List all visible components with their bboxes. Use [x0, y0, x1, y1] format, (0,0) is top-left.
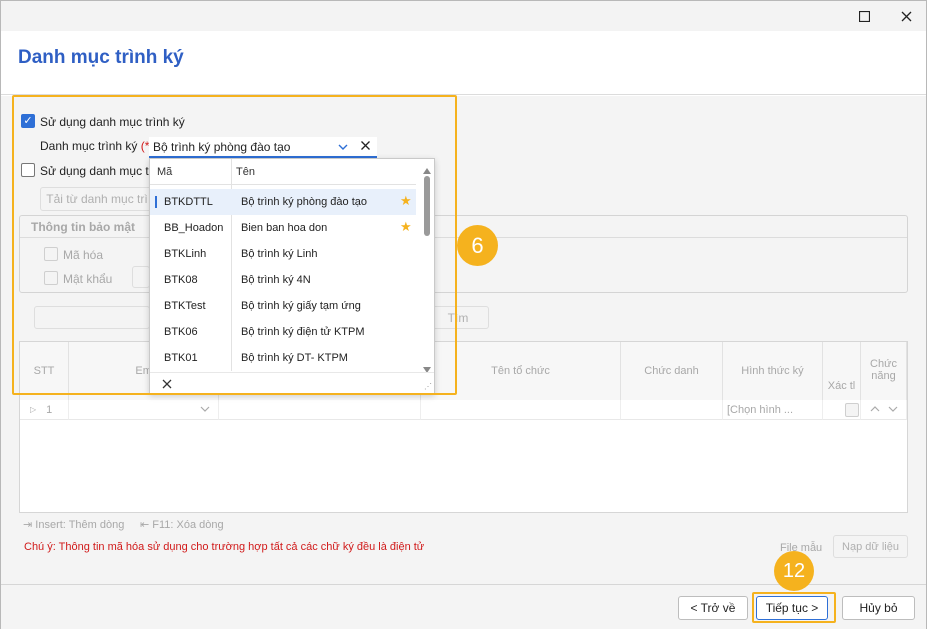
import-data-button[interactable]: Nạp dữ liệu [833, 535, 908, 558]
page-title: Danh mục trình ký [18, 47, 184, 68]
dialog-header: Danh mục trình ký [1, 31, 926, 95]
highlight-box-12 [752, 592, 836, 623]
back-button[interactable]: < Trở về [678, 596, 748, 620]
table-row[interactable]: ▷ 1 [20, 400, 69, 420]
row-blank-cell [219, 400, 421, 420]
row-org-cell[interactable] [421, 400, 621, 420]
row-pointer-icon: ▷ [30, 405, 37, 414]
delete-hint: ⇤ F11: Xóa dòng [140, 519, 224, 531]
cancel-button[interactable]: Hủy bỏ [842, 596, 915, 620]
close-icon[interactable] [886, 1, 926, 31]
chevron-down-icon[interactable] [200, 404, 210, 416]
warning-note: Chú ý: Thông tin mã hóa sử dụng cho trườ… [24, 541, 425, 553]
row-title-cell[interactable] [621, 400, 723, 420]
highlight-box-6 [12, 95, 457, 395]
delete-row-icon: ⇤ [140, 519, 150, 531]
col-function: Chức năng [861, 342, 907, 400]
row-confirm-cell[interactable] [823, 400, 861, 420]
title-bar [1, 1, 926, 31]
maximize-icon[interactable] [844, 1, 884, 31]
dialog-window: Danh mục trình ký ✓ Sử dụng danh mục trì… [0, 0, 927, 629]
col-title: Chức danh [621, 342, 723, 400]
row-index: 1 [46, 403, 53, 416]
col-method: Hình thức ký [723, 342, 823, 400]
move-up-icon[interactable] [870, 404, 880, 416]
annotation-badge-6: 6 [457, 225, 498, 266]
insert-hint: ⇥ Insert: Thêm dòng [23, 519, 125, 531]
col-confirm: Xác tl [823, 342, 861, 400]
annotation-badge-12: 12 [774, 551, 814, 591]
move-down-icon[interactable] [888, 404, 898, 416]
insert-row-icon: ⇥ [23, 519, 33, 531]
row-method-cell[interactable]: [Chọn hình ... [723, 400, 823, 420]
row-confirm-checkbox[interactable] [844, 402, 859, 417]
row-email-cell[interactable] [69, 400, 219, 420]
row-function-cell [861, 400, 907, 420]
